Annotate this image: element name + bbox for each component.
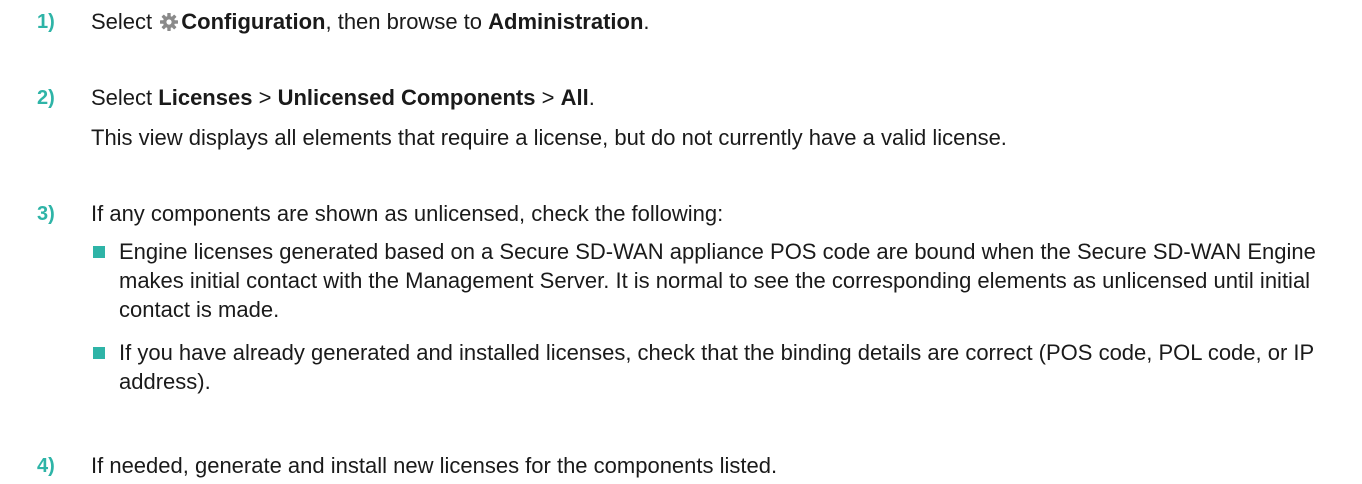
step-suffix: . [588, 85, 595, 110]
list-item-text: Engine licenses generated based on a Sec… [119, 239, 1316, 322]
menu-configuration: Configuration [181, 9, 326, 34]
bullet-square-icon [93, 246, 105, 258]
menu-unlicensed-components: Unlicensed Components [277, 85, 536, 110]
step-suffix: . [643, 9, 650, 34]
step-number: 3) [37, 203, 55, 225]
list-item: Engine licenses generated based on a Sec… [91, 237, 1342, 324]
path-separator: > [258, 85, 272, 110]
step-number: 1) [37, 11, 55, 33]
path-separator: > [541, 85, 555, 110]
step-text: If any components are shown as unlicense… [91, 199, 1342, 410]
menu-administration: Administration [488, 9, 644, 34]
step-number: 2) [37, 87, 55, 109]
step-number: 4) [37, 455, 55, 477]
bullet-square-icon [93, 347, 105, 359]
step-note: This view displays all elements that req… [91, 125, 1007, 150]
step-instruction: Select Licenses > Unlicensed Components … [91, 83, 1342, 113]
list-item: If you have already generated and instal… [91, 338, 1342, 396]
step-text: If needed, generate and install new lice… [91, 453, 778, 478]
list-item-text: If you have already generated and instal… [119, 340, 1314, 394]
step-middle: , then browse to [325, 9, 483, 34]
menu-licenses: Licenses [158, 85, 253, 110]
step-text: Select Configuration, then browse to Adm… [91, 7, 1342, 37]
step-instruction: If any components are shown as unlicense… [91, 201, 724, 226]
step-prefix: Select [91, 9, 153, 34]
bullet-list: Engine licenses generated based on a Sec… [91, 237, 1342, 396]
step-prefix: Select [91, 85, 153, 110]
step-text: Select Licenses > Unlicensed Components … [91, 83, 1342, 153]
gear-icon [159, 10, 179, 31]
menu-all: All [560, 85, 589, 110]
